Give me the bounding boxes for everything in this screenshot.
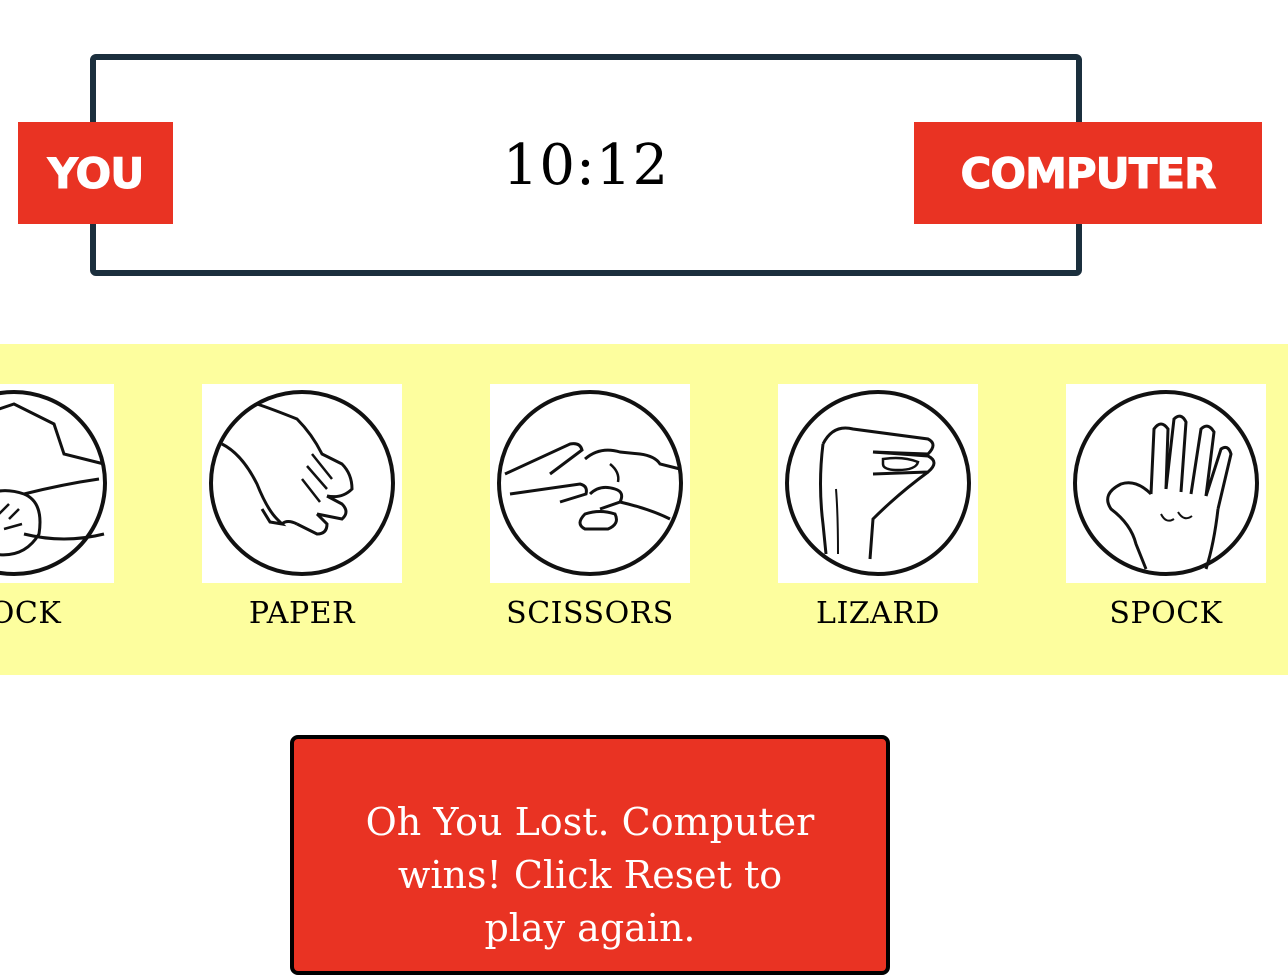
scissors-hand-icon: [490, 384, 690, 583]
choice-label-paper: PAPER: [248, 596, 356, 631]
choice-paper[interactable]: PAPER: [202, 384, 402, 631]
choice-lizard[interactable]: LIZARD: [778, 384, 978, 631]
choice-rock[interactable]: ROCK: [0, 384, 114, 631]
spock-hand-icon: [1066, 384, 1266, 583]
choice-label-spock: SPOCK: [1109, 596, 1223, 631]
game-page: 10:12 YOU COMPUTER ROCK: [0, 0, 1288, 980]
choice-label-rock: ROCK: [0, 596, 62, 631]
choices-strip: ROCK PAPER: [0, 344, 1288, 675]
choice-spock[interactable]: SPOCK: [1066, 384, 1266, 631]
choice-label-scissors: SCISSORS: [506, 596, 674, 631]
rock-hand-icon: [0, 384, 114, 583]
choice-label-lizard: LIZARD: [816, 596, 940, 631]
computer-badge: COMPUTER: [914, 122, 1262, 224]
choice-scissors[interactable]: SCISSORS: [490, 384, 690, 631]
paper-hand-icon: [202, 384, 402, 583]
result-message-box: Oh You Lost. Computer wins! Click Reset …: [290, 735, 890, 975]
you-badge: YOU: [18, 122, 173, 224]
result-message: Oh You Lost. Computer wins! Click Reset …: [365, 800, 815, 950]
lizard-hand-icon: [778, 384, 978, 583]
